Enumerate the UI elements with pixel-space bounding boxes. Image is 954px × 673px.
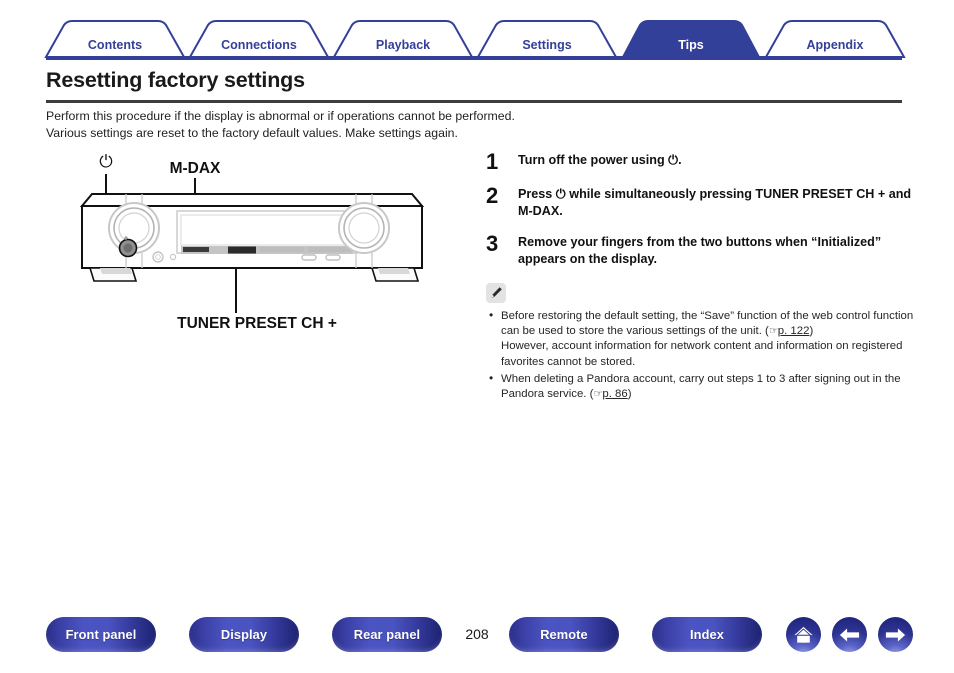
pointing-hand-icon: ☞ [768, 325, 778, 338]
note-item-2-close: ) [627, 388, 632, 401]
step-1: 1 Turn off the power using ⏻. [486, 149, 916, 174]
tab-label-tips: Tips [678, 38, 704, 52]
tab-label-contents: Contents [88, 38, 142, 52]
note-item-1-tail: However, account information for network… [501, 340, 903, 368]
display-window [176, 210, 358, 254]
tab-label-appendix: Appendix [807, 38, 864, 52]
tab-label-settings: Settings [522, 38, 571, 52]
note-items: Before restoring the default setting, th… [486, 308, 916, 402]
intro-line-2: Various settings are reset to the factor… [46, 126, 458, 140]
arrow-right-icon[interactable] [878, 617, 913, 652]
home-icon[interactable] [786, 617, 821, 652]
arrow-left-icon[interactable] [832, 617, 867, 652]
page-number: 208 [465, 626, 489, 642]
steps-list: 1 Turn off the power using ⏻. 2 Press ⏻ … [486, 149, 916, 282]
step-2: 2 Press ⏻ while simultaneously pressing … [486, 183, 916, 220]
note-item-1: Before restoring the default setting, th… [486, 308, 916, 370]
footer-button-rear-panel[interactable]: Rear panel [332, 617, 442, 652]
note-block: Before restoring the default setting, th… [486, 283, 916, 404]
step-3-number: 3 [486, 231, 499, 256]
step-1-number: 1 [486, 149, 499, 174]
intro-line-1: Perform this procedure if the display is… [46, 109, 515, 123]
step-3-text: Remove your fingers from the two buttons… [518, 235, 882, 266]
tab-label-connections: Connections [221, 38, 297, 52]
note-item-1-text: Before restoring the default setting, th… [501, 310, 914, 338]
page-ref-122-link[interactable]: p. 122 [778, 325, 810, 337]
power-symbol-label: ⏻ [99, 152, 113, 171]
mdax-label: M-DAX [170, 160, 221, 177]
device-figure: ⏻ M-DAX TUNER PRESET CH + [60, 150, 460, 340]
tab-bar-svg: Contents Connections Playback Settings T… [44, 20, 906, 60]
step-2-text: Press ⏻ while simultaneously pressing TU… [518, 187, 912, 218]
page-title: Resetting factory settings [46, 68, 305, 92]
page-ref-86[interactable]: ☞p. 86 [593, 388, 627, 400]
footer-button-display[interactable]: Display [189, 617, 299, 652]
device-figure-svg: ⏻ M-DAX TUNER PRESET CH + [79, 152, 425, 332]
title-divider [46, 100, 902, 103]
footer-button-index[interactable]: Index [652, 617, 762, 652]
page-ref-122[interactable]: ☞p. 122 [769, 325, 810, 337]
tuner-preset-button[interactable] [228, 246, 256, 254]
footer-bar: Front panel Display Rear panel 208 Remot… [0, 617, 954, 657]
tab-bar: Contents Connections Playback Settings T… [0, 18, 954, 60]
step-3: 3 Remove your fingers from the two butto… [486, 231, 916, 268]
page-ref-86-link[interactable]: p. 86 [602, 388, 627, 400]
mdax-button[interactable] [183, 247, 209, 252]
step-2-number: 2 [486, 183, 499, 208]
note-item-2-text: When deleting a Pandora account, carry o… [501, 372, 901, 401]
step-1-text: Turn off the power using ⏻. [518, 153, 682, 167]
intro-text: Perform this procedure if the display is… [46, 108, 606, 142]
tab-label-playback: Playback [376, 38, 430, 52]
tuner-preset-label: TUNER PRESET CH + [177, 315, 337, 332]
note-item-2: When deleting a Pandora account, carry o… [486, 371, 916, 402]
note-item-1-close: ) [809, 325, 814, 338]
footer-button-remote[interactable]: Remote [509, 617, 619, 652]
tab-bottom-rule [46, 56, 902, 60]
pencil-icon [486, 283, 506, 303]
footer-button-front-panel[interactable]: Front panel [46, 617, 156, 652]
